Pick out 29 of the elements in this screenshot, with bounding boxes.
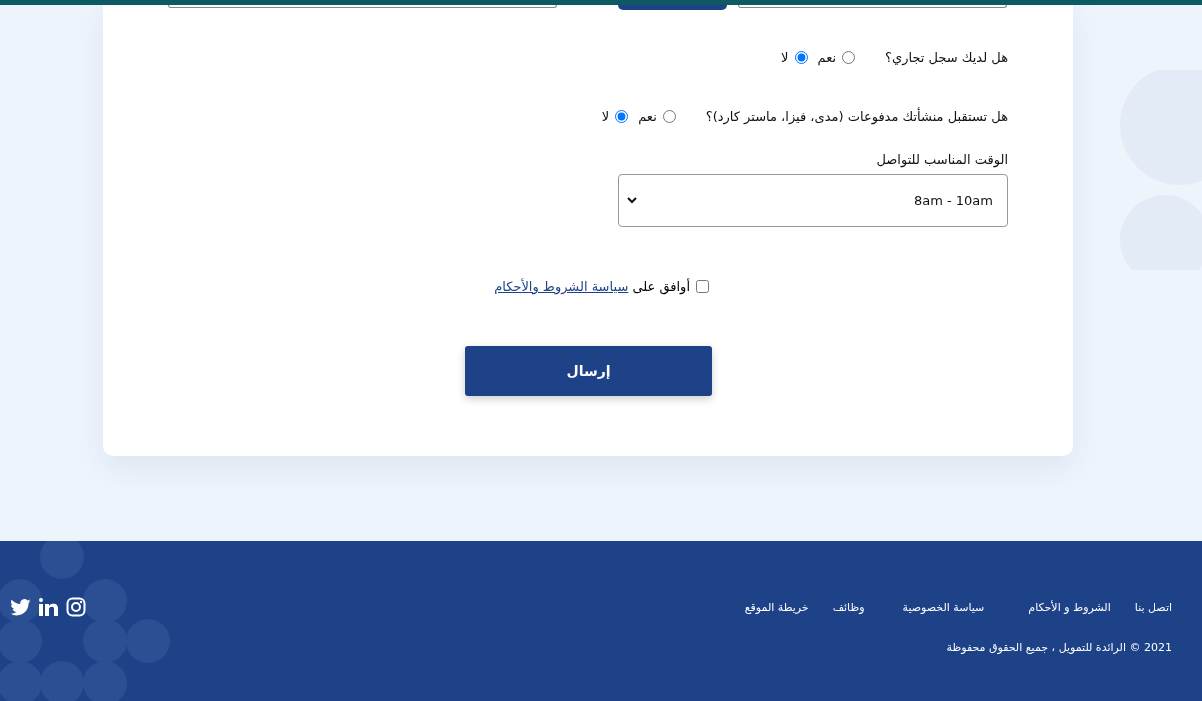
agree-text: أوافق على سياسة الشروط والأحكام <box>494 279 690 294</box>
time-dropdown[interactable]: 8am - 10am <box>618 174 1008 227</box>
question-label: هل لديك سجل تجاري؟ <box>885 50 1008 65</box>
radio-button[interactable] <box>662 110 676 123</box>
radio-button[interactable] <box>615 110 629 123</box>
option-label: لا <box>601 109 610 124</box>
form-button[interactable] <box>618 5 727 10</box>
footer-link[interactable]: الشروط و الأحكام <box>1028 600 1111 614</box>
footer-link[interactable]: اتصل بنا <box>1134 600 1172 614</box>
option-label: نعم <box>817 50 837 65</box>
option-label: نعم <box>638 109 657 124</box>
linkedin-icon[interactable] <box>39 598 58 616</box>
footer-link[interactable]: خريطة الموقع <box>744 600 809 614</box>
terms-link[interactable]: سياسة الشروط والأحكام <box>494 279 629 294</box>
agree-checkbox[interactable] <box>696 280 709 293</box>
input-field[interactable] <box>738 5 1007 8</box>
option-label: لا <box>781 50 789 65</box>
input-field[interactable] <box>168 5 557 8</box>
instagram-icon[interactable] <box>66 597 86 617</box>
submit-button[interactable]: إرسال <box>465 346 712 396</box>
footer-link[interactable]: وظائف <box>832 600 865 614</box>
chevron-down-icon <box>627 197 637 204</box>
twitter-icon[interactable] <box>10 598 31 616</box>
radio-button[interactable] <box>794 51 808 64</box>
radio-button[interactable] <box>842 51 856 64</box>
copyright-text: 2021 © الرائدة للتمويل ، جميع الحقوق محفوظة <box>945 641 1172 654</box>
question-label: هل تستقبل منشأتك مدفوعات (مدى، فيزا، ماستر كارد)؟ <box>705 109 1008 124</box>
footer-link[interactable]: سياسة الخصوصية <box>902 600 985 614</box>
field-label: الوقت المناسب للتواصل <box>876 152 1008 167</box>
